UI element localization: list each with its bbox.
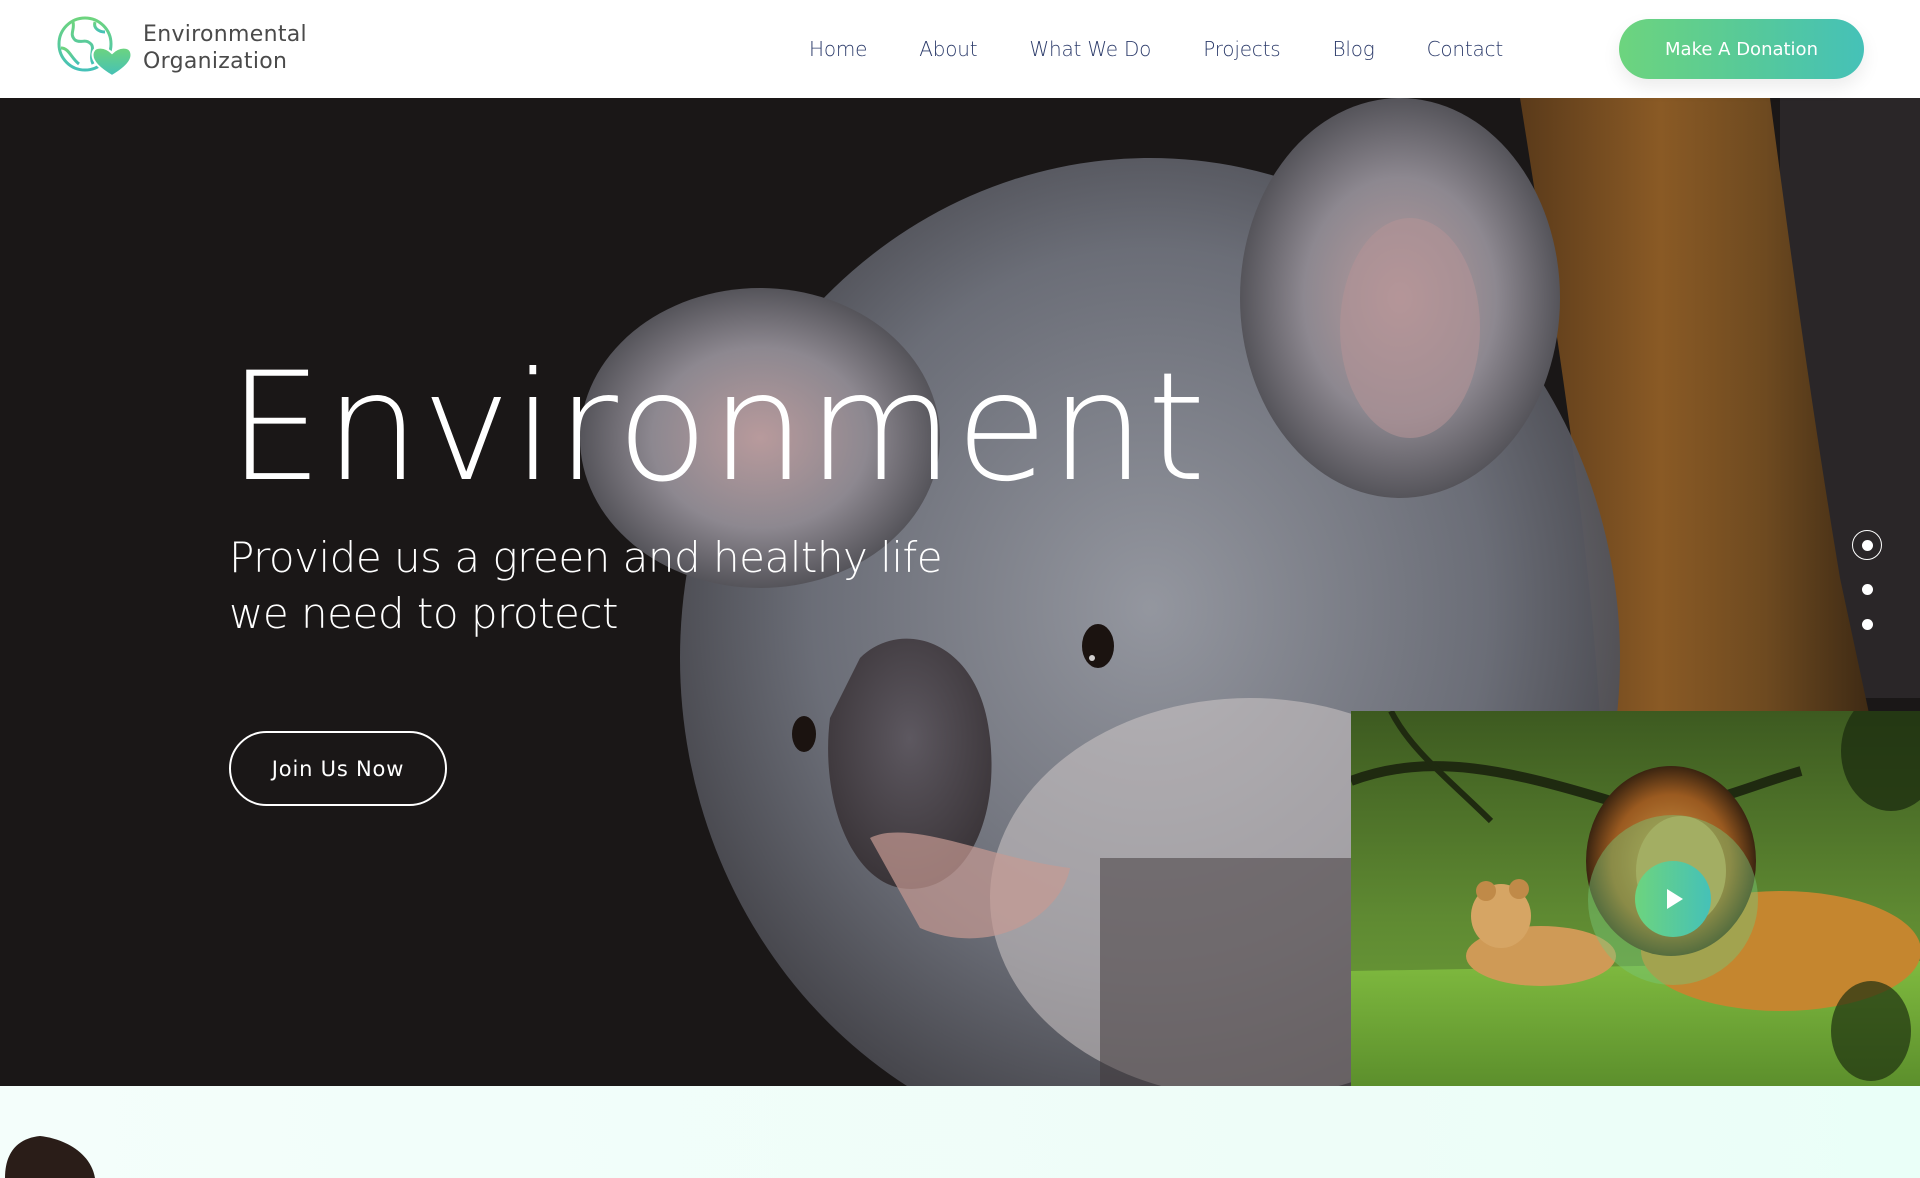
slider-dot-2[interactable] — [1861, 584, 1873, 595]
nav-item-blog[interactable]: Blog — [1332, 37, 1374, 61]
play-icon — [1667, 889, 1683, 909]
person-photo-partial — [5, 1136, 95, 1178]
globe-heart-icon — [55, 14, 133, 82]
slider-dot-3[interactable] — [1861, 619, 1873, 630]
slider-pagination — [1852, 530, 1882, 630]
join-us-now-button[interactable]: Join Us Now — [229, 731, 447, 806]
nav-item-home[interactable]: Home — [809, 37, 867, 61]
slider-dot-inner — [1861, 539, 1873, 551]
logo-link[interactable]: Environmental Organization — [55, 14, 307, 82]
play-video-button[interactable] — [1635, 861, 1711, 937]
site-header: Environmental Organization Home About Wh… — [0, 0, 1920, 98]
nav-item-projects[interactable]: Projects — [1203, 37, 1280, 61]
make-donation-button[interactable]: Make A Donation — [1619, 19, 1864, 79]
hero-subtitle-line2: we need to protect — [229, 589, 618, 638]
nav-item-contact[interactable]: Contact — [1427, 37, 1504, 61]
slider-dot-1-active[interactable] — [1852, 530, 1882, 560]
main-nav: Home About What We Do Projects Blog Cont… — [790, 0, 1529, 98]
nav-item-about[interactable]: About — [919, 37, 977, 61]
hero-title: Environment — [228, 341, 1208, 515]
hero-subtitle-line1: Provide us a green and healthy life — [229, 533, 943, 582]
nav-item-what-we-do[interactable]: What We Do — [1029, 37, 1151, 61]
brand-name: Environmental Organization — [143, 21, 307, 75]
brand-name-line1: Environmental — [143, 22, 307, 47]
brand-name-line2: Organization — [143, 49, 288, 74]
hero-subtitle: Provide us a green and healthy life we n… — [229, 530, 943, 642]
next-section — [0, 1086, 1920, 1178]
